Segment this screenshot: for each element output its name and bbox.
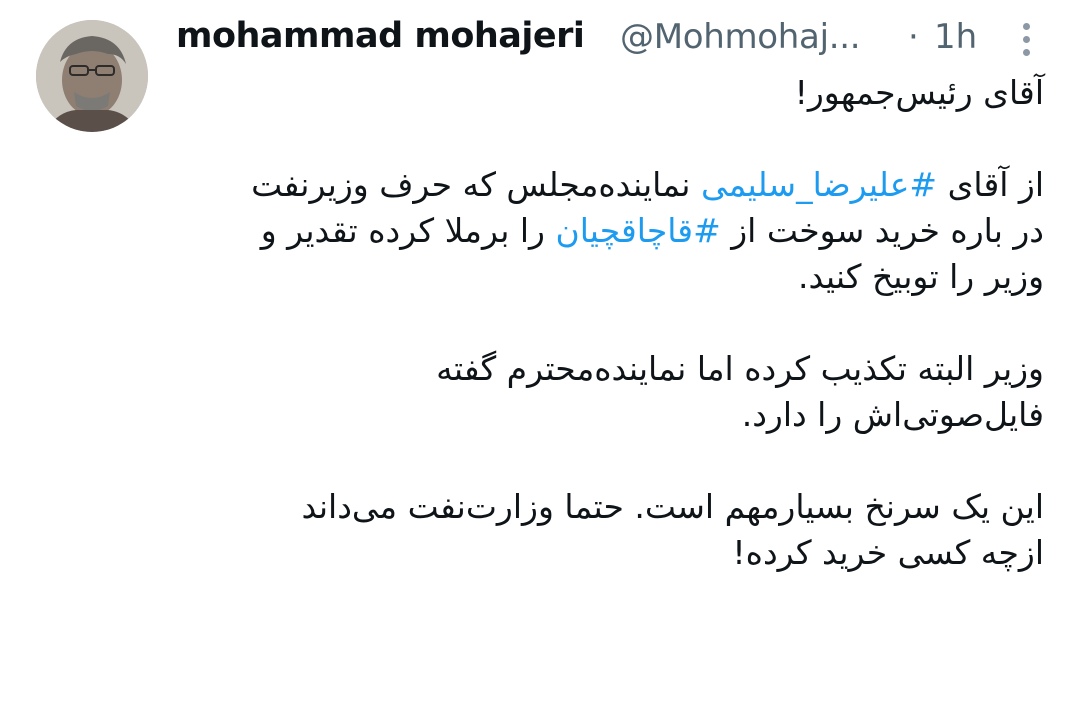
more-dot	[1023, 49, 1030, 56]
tweet-header: mohammad mohajeri @Mohmohaj... · 1h	[176, 14, 1060, 66]
more-dot	[1023, 23, 1030, 30]
tweet-line: در باره خرید سوخت از #قاچاقچیان را برملا…	[150, 208, 1044, 254]
avatar-photo-icon	[36, 20, 148, 132]
tweet-text-segment: نماینده‌مجلس که حرف وزیرنفت	[251, 165, 701, 204]
author-handle[interactable]: @Mohmohaj...	[620, 17, 861, 57]
tweet-card[interactable]: mohammad mohajeri @Mohmohaj... · 1h آقای…	[0, 0, 1080, 701]
tweet-line: فایل‌صوتی‌اش را دارد.	[741, 395, 1044, 434]
tweet-line: این یک سرنخ بسیارمهم است. حتما وزارت‌نفت…	[301, 487, 1044, 526]
tweet-line: از آقای #علیرضا_سلیمی نماینده‌مجلس که حر…	[150, 162, 1044, 208]
tweet-text-segment: را برملا کرده تقدیر و	[260, 211, 556, 250]
more-options-icon[interactable]	[1006, 14, 1050, 64]
header-separator: ·	[908, 17, 919, 57]
author-name[interactable]: mohammad mohajeri	[176, 16, 585, 56]
author-avatar[interactable]	[36, 20, 148, 132]
hashtag-link[interactable]: #قاچاقچیان	[555, 211, 720, 250]
tweet-text: آقای رئیس‌جمهور! از آقای #علیرضا_سلیمی ن…	[150, 70, 1044, 576]
more-dot	[1023, 36, 1030, 43]
tweet-text-segment: از آقای	[937, 165, 1044, 204]
tweet-text-segment: در باره خرید سوخت از	[720, 211, 1044, 250]
tweet-line: وزیر البته تکذیب کرده اما نماینده‌محترم …	[436, 349, 1044, 388]
tweet-timestamp[interactable]: 1h	[934, 17, 977, 57]
tweet-line: وزیر را توبیخ کنید.	[798, 257, 1044, 296]
tweet-line: ازچه کسی خرید کرده!	[732, 533, 1044, 572]
hashtag-link[interactable]: #علیرضا_سلیمی	[701, 165, 937, 204]
tweet-line: آقای رئیس‌جمهور!	[794, 73, 1044, 112]
